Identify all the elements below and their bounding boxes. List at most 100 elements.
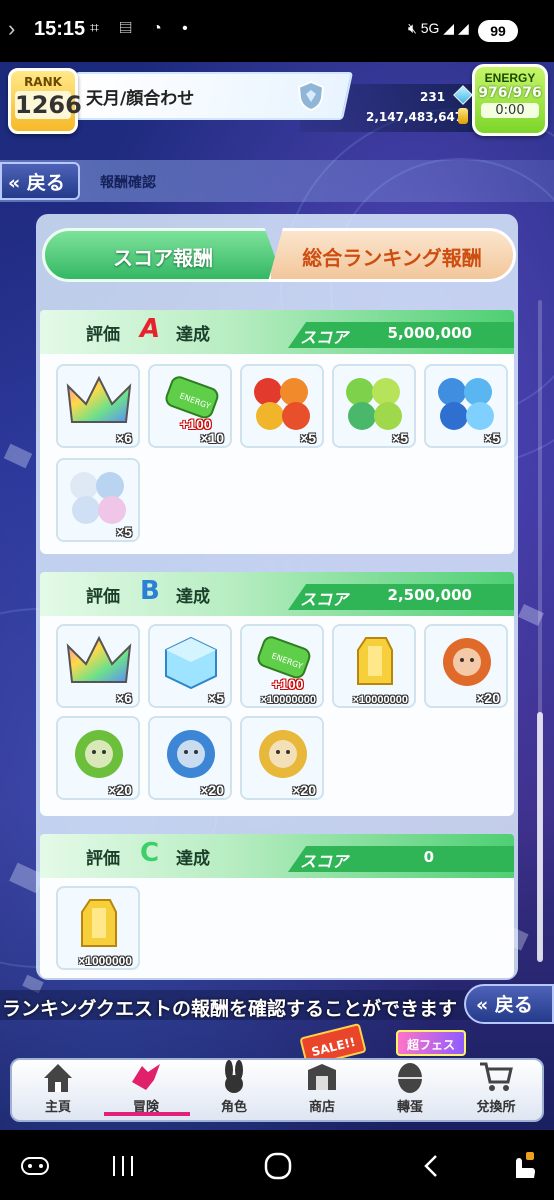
status-time: 15:15 [34,18,86,40]
section-header: 評価 C 達成 スコア 0 [40,834,514,878]
blue-fruit-monster-icon [438,378,494,430]
reward-item[interactable]: ×5 [424,364,508,448]
home-button-icon[interactable] [264,1152,292,1180]
reward-item[interactable]: ×5 [148,624,232,708]
reward-item[interactable]: ×20 [56,716,140,800]
item-quantity: ×20 [108,782,132,798]
back-label: 戻る [26,172,65,194]
reward-item[interactable]: ×10000000 [332,624,416,708]
nav-exchange[interactable]: 兌換所 [452,1058,540,1122]
gold-count: 2,147,483,647 [366,110,464,124]
signal-icons: 🔇︎ 5G ◢ ◢ [408,20,469,37]
gold-bar-icon [81,899,117,947]
tab-label: 総合ランキング報酬 [302,246,482,270]
nav-character[interactable]: 角色 [190,1058,278,1122]
nav-active-indicator [104,1112,190,1116]
gold-icon [458,108,468,124]
section-items: ×6 ENERGY +100 ×10 ×5 ×5 ×5 ×5 [40,354,514,554]
wifi-icon: ◢ [443,20,455,36]
reward-item[interactable]: ×5 [240,364,324,448]
score-label: スコア [300,590,349,609]
reward-item[interactable]: ×20 [240,716,324,800]
tab-label: スコア報酬 [113,246,213,270]
blue-crystal-cube-icon [165,636,217,690]
shield-icon [297,80,325,112]
gamepad-icon[interactable] [20,1152,50,1178]
grade-label: B [140,576,160,606]
energy-timer: 0:00 [481,103,539,118]
section-items: ×6 ×5 ENERGY +100 ×10000000 ×10000000 ×2… [40,616,514,816]
festival-badge: 超フェス [396,1030,466,1056]
red-fruit-monster-icon [254,378,310,430]
double-chevron-left-icon: « [8,172,21,194]
reward-item[interactable]: ×6 [56,624,140,708]
rank-value: 1266 [15,91,82,119]
energy-badge[interactable]: ENERGY 976/976 0:00 [472,64,548,136]
green-character-icon [75,730,123,778]
adventure-icon [132,1064,160,1090]
back-label: 戻る [494,994,533,1016]
item-quantity: ×20 [200,782,224,798]
reward-item[interactable]: ENERGY +100 ×10 [148,364,232,448]
item-quantity: ×10000000 [260,694,316,706]
home-icon [44,1064,72,1092]
reward-item[interactable]: ×20 [148,716,232,800]
reward-item[interactable]: ENERGY +100 ×10000000 [240,624,324,708]
notification-icons: ⌗ ▤ ◔ • [90,20,196,37]
rating-label: 評価 [86,325,120,345]
back-button[interactable]: « 戻る [0,162,80,200]
back-button-bottom[interactable]: « 戻る [464,984,554,1024]
item-quantity: ×10000000 [352,694,408,706]
reward-item[interactable]: ×20 [424,624,508,708]
section-header: 評価 B 達成 スコア 2,500,000 [40,572,514,616]
chevron-right-icon[interactable]: › [8,16,15,42]
back-nav-icon[interactable] [420,1152,444,1180]
item-bonus: +100 [272,676,304,692]
achieved-label: 達成 [176,325,210,345]
tab-ranking-reward[interactable]: 総合ランキング報酬 [268,228,516,282]
system-nav-bar [0,1130,554,1200]
reward-item[interactable]: ×6 [56,364,140,448]
game-header: RANK 1266 天月/顔合わせ 231 2,147,483,647 ENER… [0,62,554,142]
achieved-label: 達成 [176,849,210,869]
grade-label: C [140,838,160,868]
item-quantity: ×1000000 [78,954,132,968]
battery-level: 99 [490,23,506,39]
recent-apps-icon[interactable] [110,1154,136,1178]
gold-bar-icon [357,637,393,685]
player-name: 天月/顔合わせ [86,89,195,109]
reward-item[interactable]: ×5 [56,458,140,542]
reward-section-c: 評価 C 達成 スコア 0 ×1000000 [40,834,514,978]
rank-badge[interactable]: RANK 1266 [8,68,82,134]
item-quantity: ×5 [484,430,500,446]
scrollbar-thumb[interactable] [537,712,543,962]
item-quantity: ×10 [200,430,224,446]
reward-item[interactable]: ×1000000 [56,886,140,970]
network-label: 5G [420,20,440,36]
rainbow-crown-icon [66,375,132,423]
nav-home[interactable]: 主頁 [14,1058,102,1122]
item-quantity: ×5 [208,690,224,706]
grade-label: A [140,314,161,344]
status-bar: › 15:15 ⌗ ▤ ◔ • 🔇︎ 5G ◢ ◢ 99 [0,0,554,62]
reward-section-a: 評価 A 達成 スコア 5,000,000 ×6 ENERGY +100 ×10 [40,310,514,554]
item-quantity: ×6 [116,430,132,446]
nav-label: 兌換所 [476,1100,516,1115]
reward-item[interactable]: ×5 [332,364,416,448]
item-quantity: ×20 [476,690,500,706]
item-quantity: ×6 [116,690,132,706]
nav-shop[interactable]: 商店 [278,1058,366,1122]
item-quantity: ×5 [300,430,316,446]
score-value: 2,500,000 [387,586,472,604]
tab-score-reward[interactable]: スコア報酬 [42,228,284,282]
bg-shard [3,443,33,469]
battery-indicator: 99 [478,20,518,42]
blue-character-icon [167,730,215,778]
crystal-count: 231 [420,90,446,104]
nav-label: 主頁 [44,1100,71,1115]
nav-gacha[interactable]: 轉蛋 [366,1058,454,1122]
touch-lock-icon[interactable] [508,1148,538,1182]
item-quantity: ×5 [392,430,408,446]
cart-icon [480,1062,513,1091]
shop-icon [308,1064,336,1090]
